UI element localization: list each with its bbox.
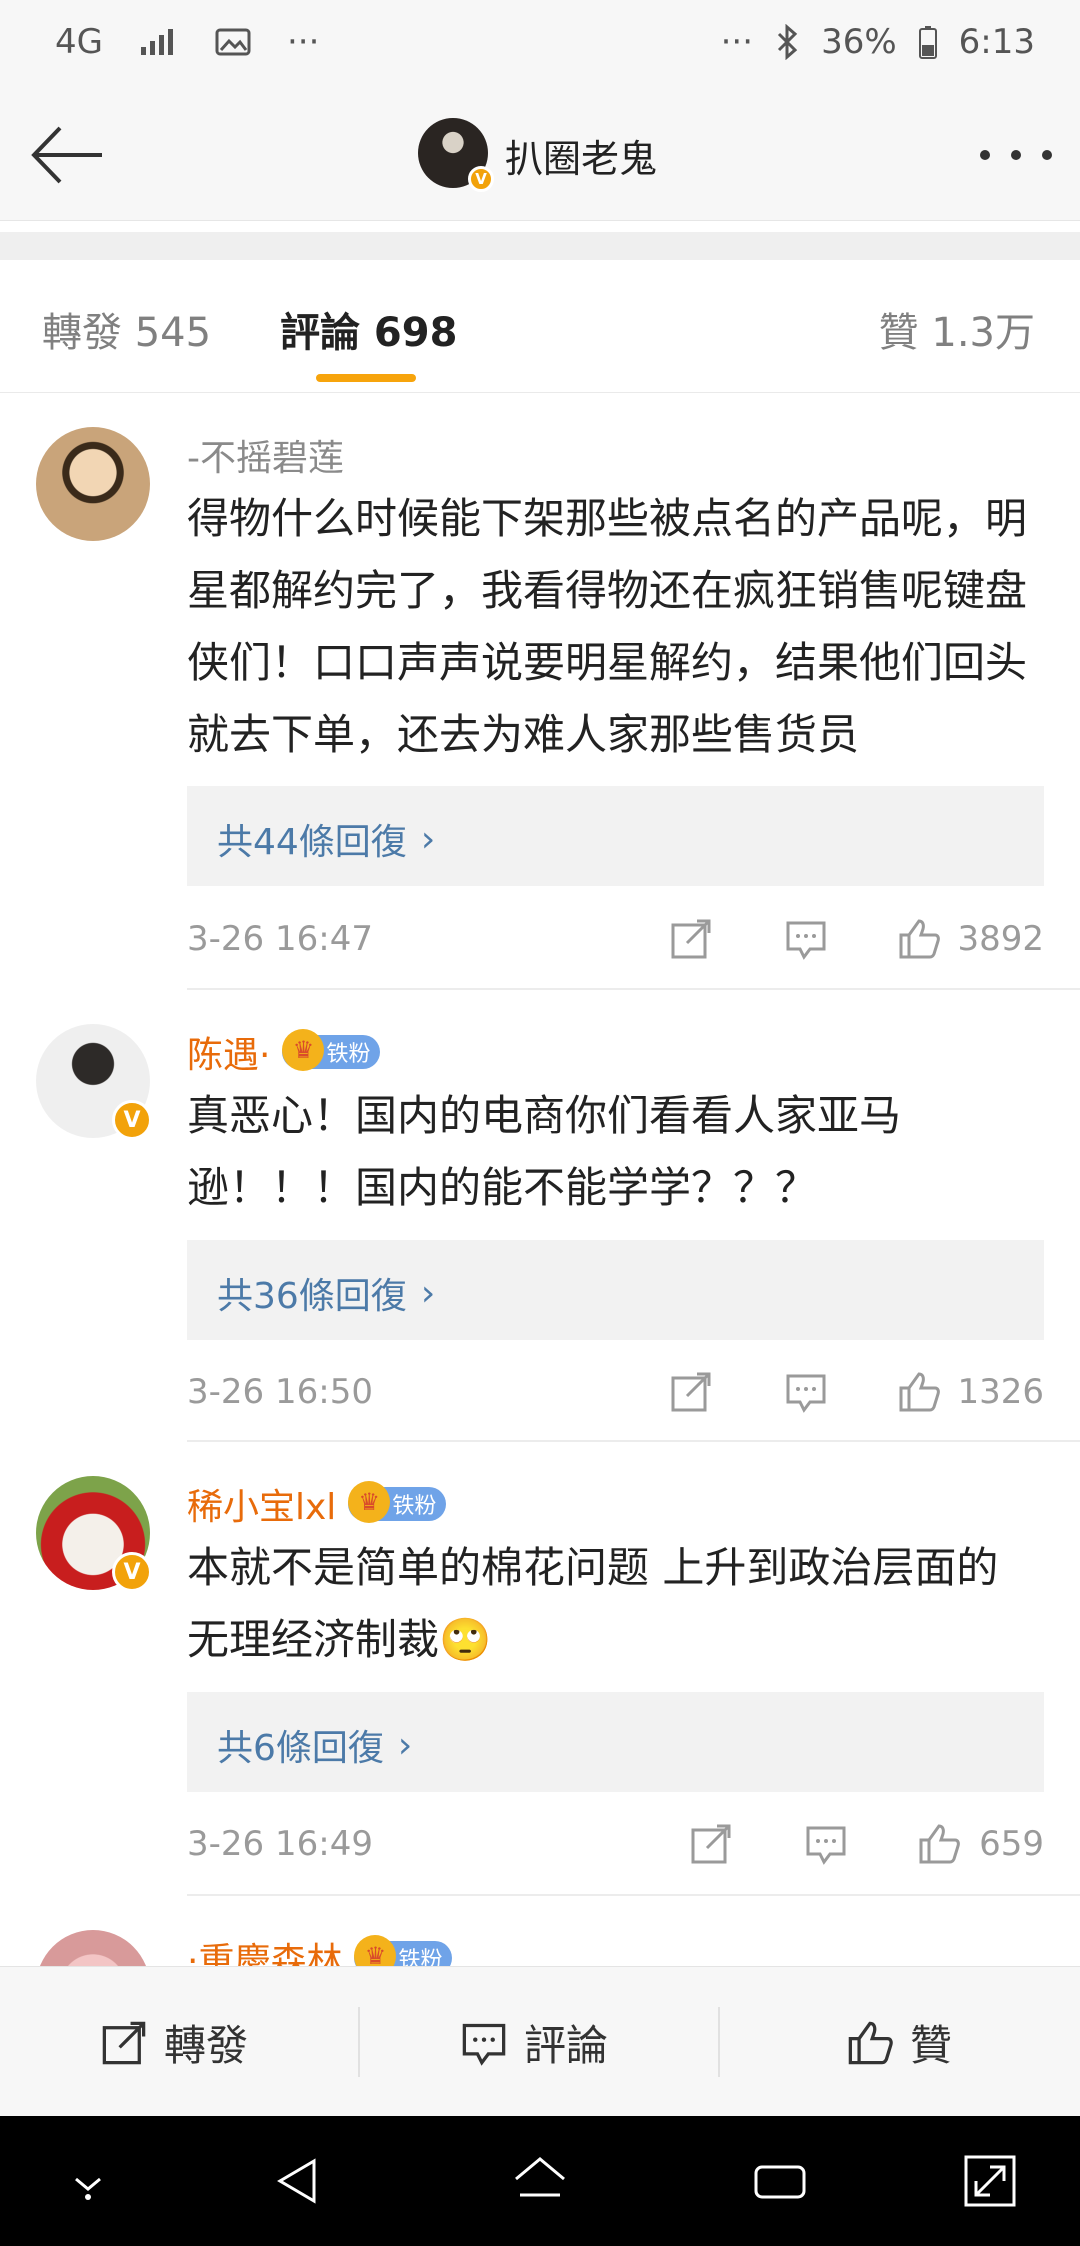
- share-icon[interactable]: [669, 1370, 713, 1414]
- recent-apps-icon[interactable]: [750, 2151, 810, 2211]
- bluetooth-icon: [778, 24, 798, 60]
- verified-icon: V: [468, 166, 494, 192]
- back-arrow-icon[interactable]: [28, 120, 108, 190]
- replies-count: 共6條回復: [217, 1728, 384, 1769]
- chevron-down-icon[interactable]: [58, 2151, 118, 2211]
- comment-username[interactable]: 陈遇· ♛ 铁粉: [187, 1026, 381, 1078]
- view-replies-link[interactable]: 共36條回復 ›: [217, 1267, 435, 1319]
- comment-item: ·重慶森林 ♛ 铁粉: [0, 1896, 1080, 1966]
- comment-username[interactable]: -不摇碧莲: [187, 429, 344, 481]
- repost-button[interactable]: 轉發: [100, 2012, 248, 2073]
- like-count: 1326: [957, 1372, 1044, 1412]
- comment-username[interactable]: 稀小宝lxl ♛ 铁粉: [187, 1478, 447, 1530]
- username-text: ·重慶森林: [187, 1941, 343, 1966]
- more-options-icon[interactable]: [980, 140, 1052, 170]
- system-nav-bar: [0, 2116, 1080, 2246]
- comment-username[interactable]: ·重慶森林 ♛ 铁粉: [187, 1932, 453, 1966]
- crown-icon: ♛: [282, 1029, 325, 1071]
- crown-icon: ♛: [348, 1481, 391, 1523]
- fan-badge-label: 铁粉: [392, 1494, 437, 1519]
- header-avatar[interactable]: V: [418, 118, 494, 192]
- signal-icon: [140, 29, 173, 55]
- like-button[interactable]: 贊: [846, 2012, 952, 2073]
- avatar[interactable]: [36, 1930, 150, 1966]
- avatar[interactable]: V: [36, 1476, 152, 1592]
- share-icon[interactable]: [669, 917, 713, 961]
- thumbs-up-icon[interactable]: [897, 1370, 941, 1414]
- comment-button[interactable]: 評論: [460, 2012, 608, 2073]
- comment-item: V 陈遇· ♛ 铁粉 真恶心！国内的电商你们看看人家亚马逊！！！国内的能不能学学…: [0, 990, 1080, 1440]
- chevron-right-icon: ›: [397, 1724, 413, 1766]
- comment-text: 真恶心！国内的电商你们看看人家亚马逊！！！国内的能不能学学？？？: [187, 1091, 902, 1212]
- username-text: 稀小宝lxl: [187, 1487, 337, 1528]
- status-bar: 4G ··· ··· 36% 6:13: [0, 0, 1080, 92]
- thumbs-up-icon: [848, 2021, 893, 2064]
- tab-likes[interactable]: 贊 1.3万: [879, 300, 1035, 358]
- thumbs-up-icon[interactable]: [897, 917, 941, 961]
- tab-repost[interactable]: 轉發 545: [42, 300, 211, 358]
- clock: 6:13: [958, 22, 1035, 62]
- comment-meta: 3-26 16:50 1326: [187, 1366, 1044, 1416]
- comment-meta: 3-26 16:47 3892: [187, 913, 1044, 963]
- battery-percent: 36%: [821, 22, 897, 62]
- verified-icon: V: [112, 1100, 152, 1140]
- expand-icon[interactable]: [960, 2151, 1020, 2211]
- crown-icon: ♛: [354, 1935, 397, 1966]
- header: V 扒圈老鬼: [0, 92, 1080, 221]
- comment-meta: 3-26 16:49 659: [187, 1818, 1044, 1868]
- comment-item: V 稀小宝lxl ♛ 铁粉 本就不是简单的棉花问题 上升到政治层面的无理经济制裁…: [0, 1442, 1080, 1894]
- comment-item: -不摇碧莲 得物什么时候能下架那些被点名的产品呢，明星都解约完了，我看得物还在疯…: [0, 393, 1080, 988]
- username-text: 陈遇·: [187, 1035, 271, 1076]
- comment-icon[interactable]: [784, 917, 828, 961]
- comment-time: 3-26 16:50: [187, 1372, 373, 1412]
- comment-text: 得物什么时候能下架那些被点名的产品呢，明星都解约完了，我看得物还在疯狂销售呢键盘…: [187, 494, 1028, 759]
- like-label: 贊: [910, 2021, 953, 2070]
- fan-badge-label: 铁粉: [398, 1948, 443, 1966]
- fan-badge-label: 铁粉: [326, 1042, 371, 1067]
- fan-badge: ♛ 铁粉: [348, 1481, 447, 1523]
- comment-icon[interactable]: [784, 1370, 828, 1414]
- fan-badge: ♛ 铁粉: [354, 1935, 453, 1966]
- comment-icon: [462, 2023, 506, 2066]
- avatar[interactable]: V: [36, 1024, 152, 1140]
- tab-bar: 轉發 545 評論 698 贊 1.3万: [0, 260, 1080, 393]
- tab-comments[interactable]: 評論 698: [280, 300, 457, 358]
- chevron-right-icon: ›: [420, 818, 436, 860]
- replies-box[interactable]: 共36條回復 ›: [187, 1240, 1044, 1340]
- image-icon: [215, 28, 251, 56]
- separator: [358, 2007, 360, 2077]
- fan-badge: ♛ 铁粉: [282, 1029, 381, 1071]
- like-count: 659: [979, 1824, 1044, 1864]
- comment-text: 本就不是简单的棉花问题 上升到政治层面的无理经济制裁🙄: [187, 1543, 999, 1664]
- repost-label: 轉發: [164, 2021, 249, 2070]
- status-more-right: ···: [720, 22, 754, 62]
- chevron-right-icon: ›: [420, 1272, 436, 1314]
- home-icon[interactable]: [510, 2151, 570, 2211]
- status-more: ···: [286, 22, 320, 62]
- comment-icon[interactable]: [804, 1822, 848, 1866]
- like-count: 3892: [957, 919, 1044, 959]
- replies-box[interactable]: 共44條回復 ›: [187, 786, 1044, 886]
- replies-count: 共44條回復: [217, 822, 407, 863]
- comment-time: 3-26 16:47: [187, 919, 373, 959]
- avatar[interactable]: [36, 427, 150, 541]
- active-tab-indicator: [316, 374, 416, 382]
- page-title: 扒圈老鬼: [505, 137, 658, 181]
- bottom-action-bar: 轉發 評論 贊: [0, 1966, 1080, 2117]
- verified-icon: V: [112, 1552, 152, 1592]
- comment-label: 評論: [524, 2021, 609, 2070]
- comment-time: 3-26 16:49: [187, 1824, 373, 1864]
- replies-box[interactable]: 共6條回復 ›: [187, 1692, 1044, 1792]
- battery-icon: [918, 26, 937, 59]
- separator: [718, 2007, 720, 2077]
- network-indicator: 4G: [55, 22, 103, 62]
- thumbs-up-icon[interactable]: [917, 1822, 961, 1866]
- share-icon: [102, 2021, 146, 2064]
- replies-count: 共36條回復: [217, 1276, 407, 1317]
- share-icon[interactable]: [689, 1822, 733, 1866]
- view-replies-link[interactable]: 共44條回復 ›: [217, 813, 435, 865]
- section-separator: [0, 232, 1080, 260]
- back-icon[interactable]: [270, 2151, 330, 2211]
- view-replies-link[interactable]: 共6條回復 ›: [217, 1719, 412, 1771]
